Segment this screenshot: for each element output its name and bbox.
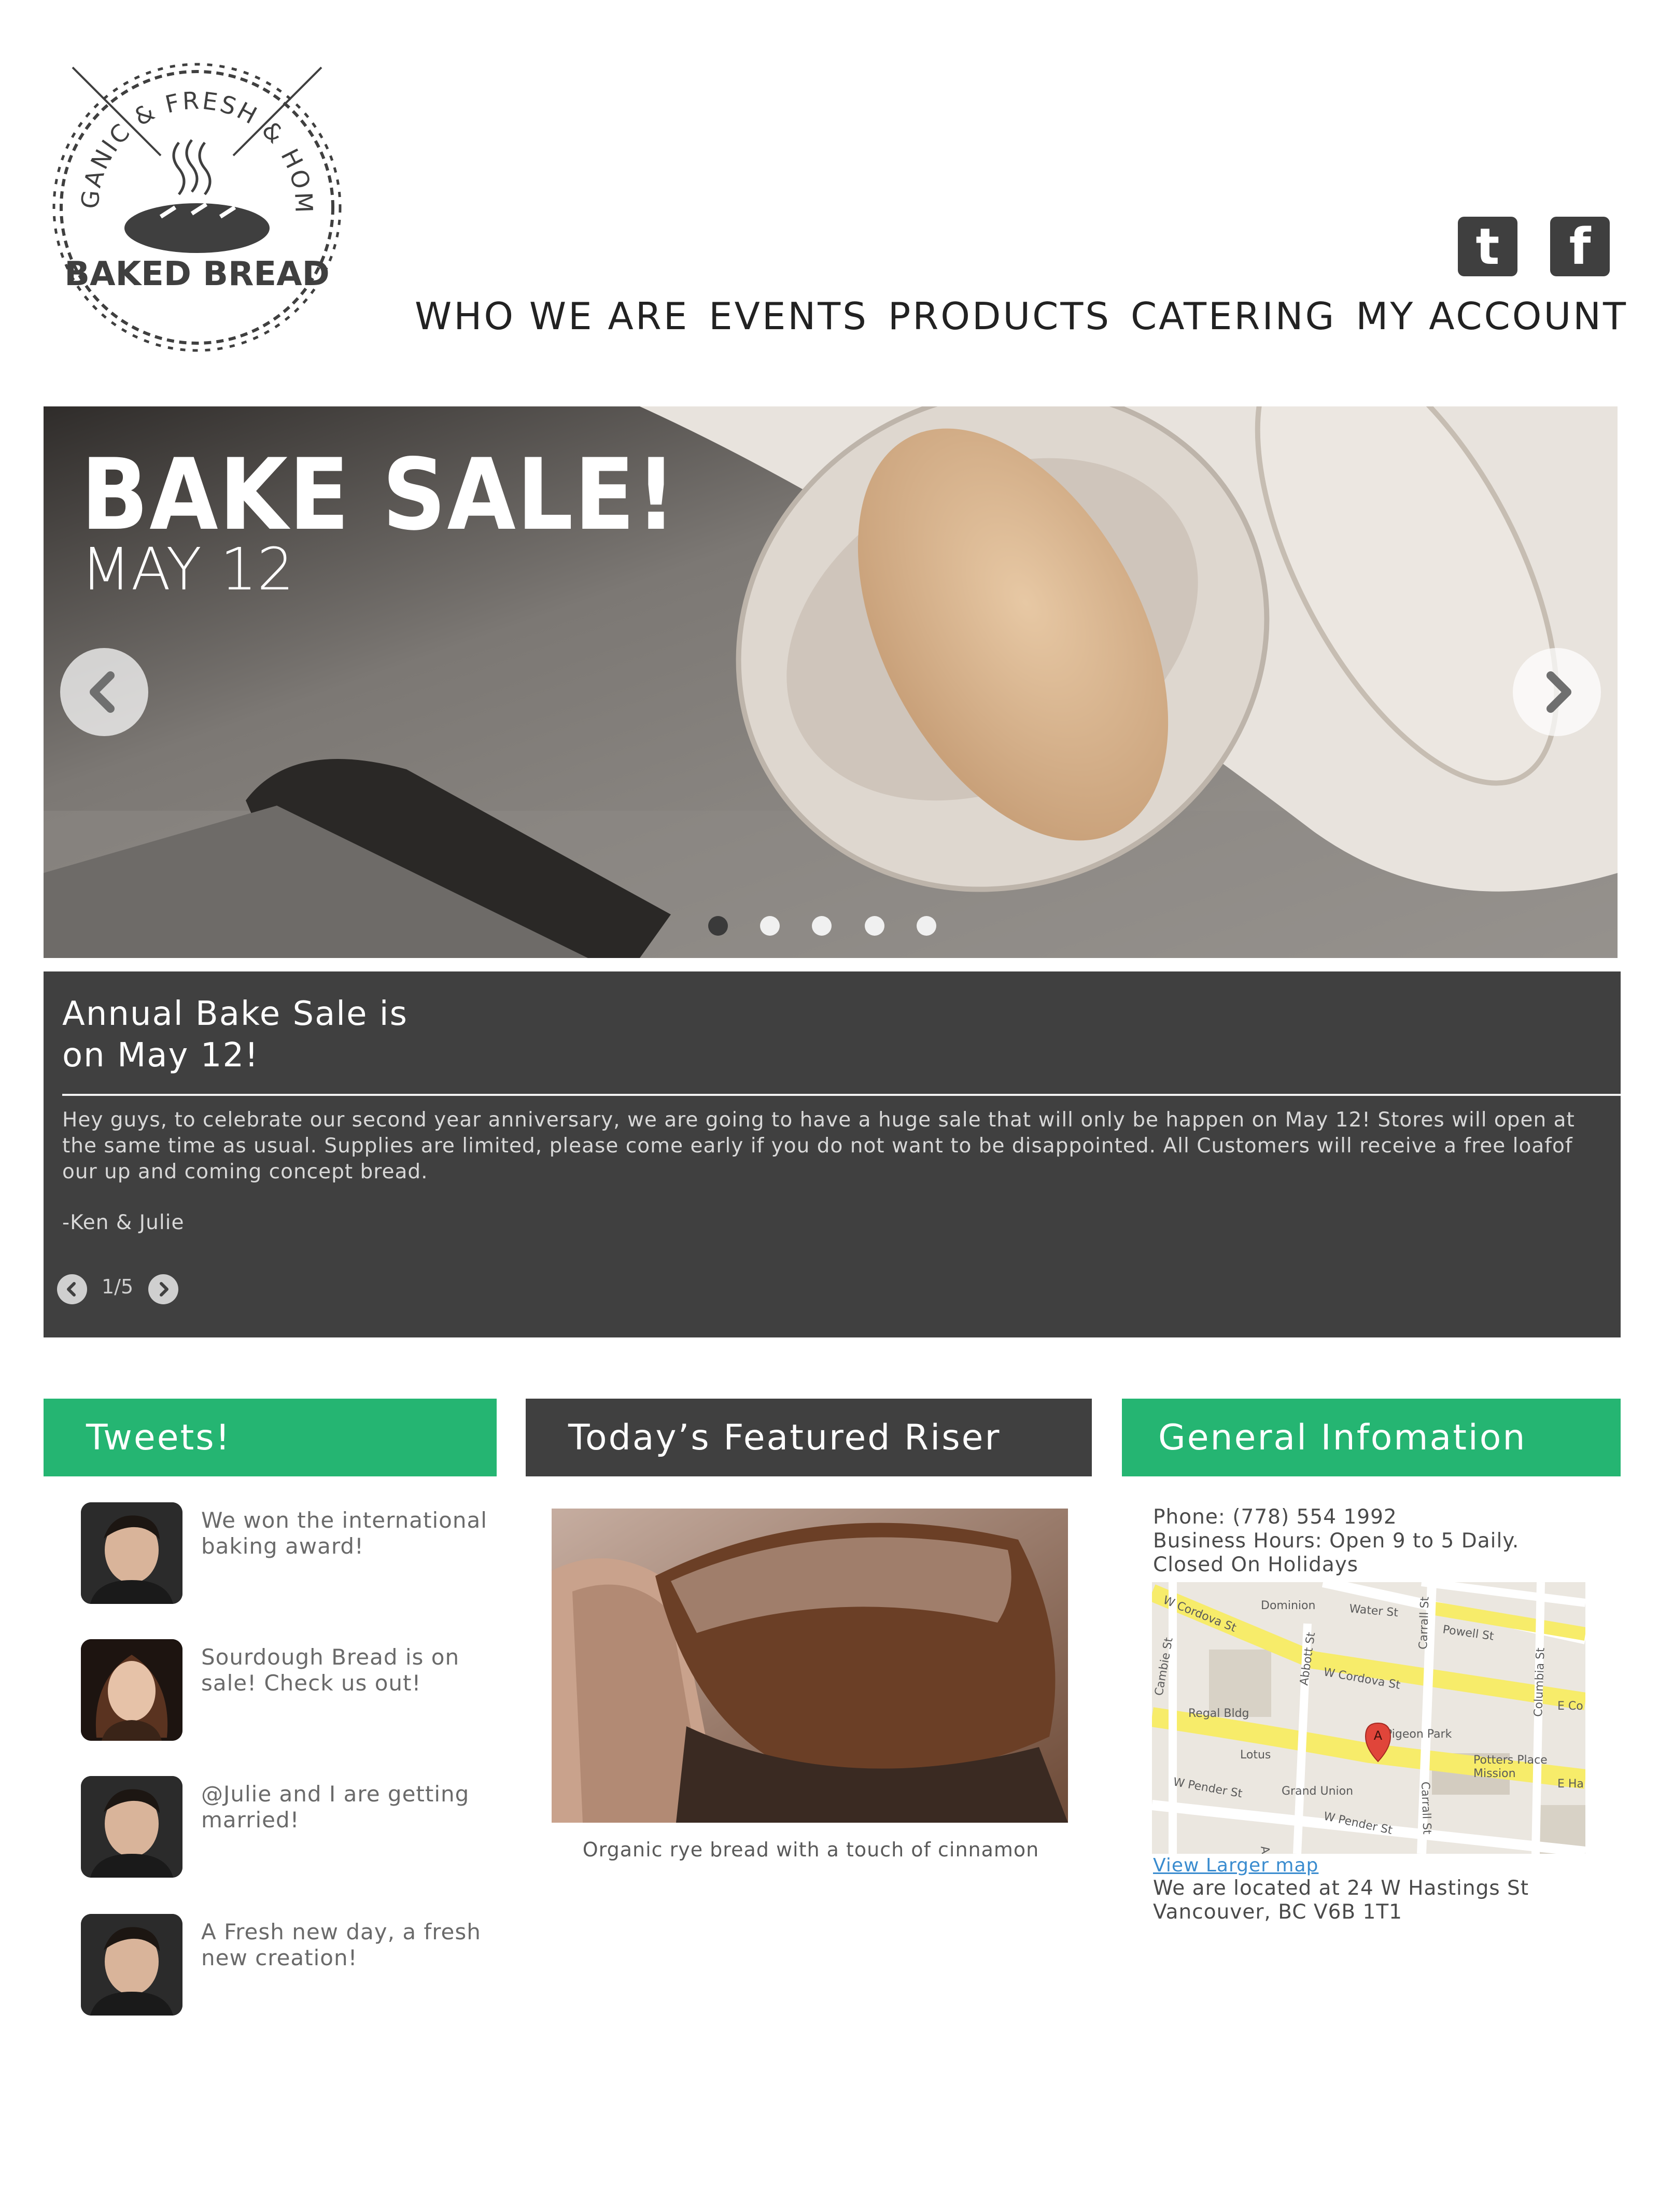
nav-who-we-are[interactable]: WHO WE ARE: [415, 294, 689, 338]
hero-date: MAY 12: [81, 536, 294, 603]
avatar[interactable]: [81, 1914, 182, 2016]
info-heading: General Infomation: [1122, 1399, 1621, 1476]
tweet-item: @Julie and I are getting married!: [81, 1776, 496, 1880]
svg-text:Grand Union: Grand Union: [1282, 1785, 1353, 1798]
logo-badge: ORGANIC & FRESH & HOMEY BAKED BREAD: [31, 30, 342, 352]
svg-text:Columbia St: Columbia St: [1532, 1647, 1548, 1717]
featured-bread-photo[interactable]: [552, 1509, 1068, 1823]
hero-slider: BAKE SALE! MAY 12: [44, 406, 1618, 958]
tweet-item: We won the international baking award!: [81, 1502, 496, 1606]
hero-title: BAKE SALE!: [81, 438, 678, 552]
info-closed: Closed On Holidays: [1153, 1553, 1359, 1576]
svg-text:E Ha: E Ha: [1557, 1778, 1584, 1791]
main-nav: WHO WE ARE EVENTS PRODUCTS CATERING MY A…: [415, 288, 1628, 345]
avatar[interactable]: [81, 1639, 182, 1741]
tweet-text: @Julie and I are getting married!: [201, 1781, 470, 1833]
info-phone: Phone: (778) 554 1992: [1153, 1505, 1397, 1529]
slider-next-button[interactable]: [1513, 648, 1601, 736]
twitter-icon: t: [1475, 217, 1500, 276]
view-larger-map-link[interactable]: View Larger map: [1153, 1855, 1318, 1876]
nav-my-account[interactable]: MY ACCOUNT: [1356, 294, 1628, 338]
news-next-button[interactable]: [148, 1274, 178, 1304]
tweet-text: We won the international baking award!: [201, 1507, 487, 1559]
facebook-button[interactable]: f: [1550, 217, 1610, 276]
slider-dot-4[interactable]: [865, 916, 884, 936]
news-prev-button[interactable]: [57, 1274, 87, 1304]
logo[interactable]: ORGANIC & FRESH & HOMEY BAKED BREAD: [31, 30, 353, 363]
tweets-heading: Tweets!: [44, 1399, 497, 1476]
chevron-right-icon: [160, 1282, 168, 1297]
nav-events[interactable]: EVENTS: [709, 294, 868, 338]
news-title-line-1: Annual Bake Sale is: [62, 995, 408, 1033]
slider-dot-5[interactable]: [917, 916, 936, 936]
facebook-icon: f: [1569, 217, 1591, 276]
info-address-line-2: Vancouver, BC V6B 1T1: [1153, 1900, 1402, 1924]
twitter-button[interactable]: t: [1458, 217, 1517, 276]
location-map[interactable]: Water St Powell St W Cordova St W Cordov…: [1152, 1582, 1585, 1854]
chevron-left-icon: [90, 671, 115, 713]
news-title-line-2: on May 12!: [62, 1036, 259, 1075]
svg-text:Lotus: Lotus: [1240, 1749, 1271, 1762]
slider-dot-2[interactable]: [760, 916, 780, 936]
news-body: Hey guys, to celebrate our second year a…: [62, 1108, 1575, 1184]
svg-text:A: A: [1374, 1728, 1383, 1743]
news-title: Annual Bake Sale is on May 12!: [62, 993, 581, 1076]
svg-text:Regal Bldg: Regal Bldg: [1188, 1707, 1249, 1720]
logo-name: BAKED BREAD: [64, 255, 329, 293]
avatar[interactable]: [81, 1776, 182, 1878]
info-hours: Business Hours: Open 9 to 5 Daily.: [1153, 1529, 1520, 1553]
chevron-left-icon: [67, 1282, 76, 1297]
news-divider: [62, 1094, 1621, 1096]
tweet-item: Sourdough Bread is on sale! Check us out…: [81, 1639, 496, 1743]
news-page-counter: 1/5: [102, 1275, 134, 1298]
svg-text:Carrall St: Carrall St: [1418, 1781, 1433, 1835]
slider-prev-button[interactable]: [60, 648, 148, 736]
slider-dot-1[interactable]: [708, 916, 728, 936]
featured-heading: Today’s Featured Riser: [526, 1399, 1092, 1476]
info-address-line-1: We are located at 24 W Hastings St: [1153, 1877, 1529, 1900]
chevron-right-icon: [1546, 671, 1571, 713]
tweet-item: A Fresh new day, a fresh new creation!: [81, 1914, 496, 2018]
tweet-text: Sourdough Bread is on sale! Check us out…: [201, 1644, 460, 1696]
nav-products[interactable]: PRODUCTS: [888, 294, 1111, 338]
svg-text:E Co: E Co: [1557, 1700, 1583, 1713]
nav-catering[interactable]: CATERING: [1131, 294, 1336, 338]
news-signature: -Ken & Julie: [62, 1211, 185, 1234]
avatar[interactable]: [81, 1502, 182, 1604]
svg-text:Potters Place: Potters Place: [1473, 1754, 1548, 1767]
tweet-text: A Fresh new day, a fresh new creation!: [201, 1919, 481, 1970]
svg-text:Mission: Mission: [1473, 1767, 1516, 1780]
news-panel: Annual Bake Sale is on May 12! Hey guys,…: [44, 971, 1621, 1337]
slider-dot-3[interactable]: [812, 916, 832, 936]
svg-text:Dominion: Dominion: [1261, 1599, 1315, 1612]
svg-text:Carrall St: Carrall St: [1417, 1596, 1432, 1650]
featured-caption: Organic rye bread with a touch of cinnam…: [582, 1838, 1039, 1861]
svg-text:Pigeon Park: Pigeon Park: [1385, 1728, 1452, 1741]
